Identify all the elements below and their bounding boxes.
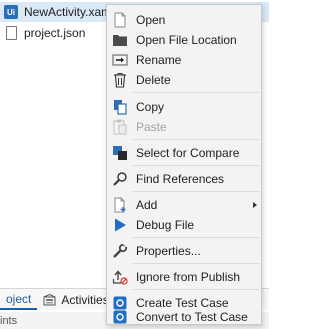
tab-label: Activities	[61, 292, 109, 307]
tree-item-label: NewActivity.xaml	[24, 5, 114, 19]
tab-project[interactable]: oject	[0, 289, 38, 310]
menu-item-label: Ignore from Publish	[136, 270, 241, 284]
menu-item-label: Open	[136, 13, 166, 27]
tab-label: oject	[6, 291, 32, 306]
menu-item-label: Properties...	[136, 244, 201, 258]
menu-separator	[133, 263, 259, 264]
menu-item-ignore-from-publish[interactable]: Ignore from Publish	[107, 267, 261, 287]
trash-icon	[112, 72, 128, 88]
menu-item-paste[interactable]: Paste	[107, 117, 261, 137]
test-case-icon	[112, 309, 128, 325]
menu-item-properties[interactable]: Properties...	[107, 241, 261, 261]
ignore-publish-icon	[112, 269, 128, 285]
menu-item-label: Copy	[136, 100, 165, 114]
menu-item-label: Debug File	[136, 218, 195, 232]
rename-icon	[112, 52, 128, 68]
menu-item-debug-file[interactable]: Debug File	[107, 215, 261, 235]
tab-activities[interactable]: Activities	[37, 289, 114, 310]
json-file-icon	[6, 26, 17, 40]
menu-item-label: Find References	[136, 172, 225, 186]
play-icon	[112, 217, 128, 233]
document-icon	[112, 12, 128, 28]
menu-item-label: Convert to Test Case	[136, 310, 248, 324]
status-label: ints	[0, 314, 18, 327]
menu-item-label: Select for Compare	[136, 146, 240, 160]
menu-item-label: Add	[136, 198, 158, 212]
menu-separator	[133, 237, 259, 238]
menu-item-rename[interactable]: Rename	[107, 50, 261, 70]
menu-item-label: Open File Location	[136, 33, 237, 47]
activities-icon	[43, 293, 56, 305]
folder-icon	[112, 32, 128, 48]
menu-item-select-for-compare[interactable]: Select for Compare	[107, 143, 261, 163]
menu-item-delete[interactable]: Delete	[107, 70, 261, 90]
menu-separator	[133, 289, 259, 290]
menu-item-open-file-location[interactable]: Open File Location	[107, 30, 261, 50]
menu-separator	[133, 92, 259, 93]
menu-item-label: Paste	[136, 120, 167, 134]
menu-separator	[133, 165, 259, 166]
magnifier-icon	[112, 171, 128, 187]
context-menu: Open Open File Location Rename Delete Co…	[106, 4, 262, 325]
menu-item-label: Delete	[136, 73, 171, 87]
menu-item-add[interactable]: Add	[107, 195, 261, 215]
paste-icon	[112, 119, 128, 135]
xaml-file-icon: Ui	[4, 5, 18, 19]
copy-icon	[112, 99, 128, 115]
wrench-icon	[112, 243, 128, 259]
menu-item-open[interactable]: Open	[107, 10, 261, 30]
menu-item-convert-to-test-case[interactable]: Convert to Test Case	[107, 307, 261, 327]
submenu-arrow-icon	[253, 202, 257, 208]
menu-separator	[133, 191, 259, 192]
tree-item-label: project.json	[24, 26, 86, 40]
menu-separator	[133, 139, 259, 140]
tree-item-project-json[interactable]: project.json	[0, 23, 85, 43]
compare-icon	[112, 145, 128, 161]
menu-item-label: Rename	[136, 53, 182, 67]
menu-item-find-references[interactable]: Find References	[107, 169, 261, 189]
menu-item-copy[interactable]: Copy	[107, 97, 261, 117]
add-file-icon	[112, 197, 128, 213]
